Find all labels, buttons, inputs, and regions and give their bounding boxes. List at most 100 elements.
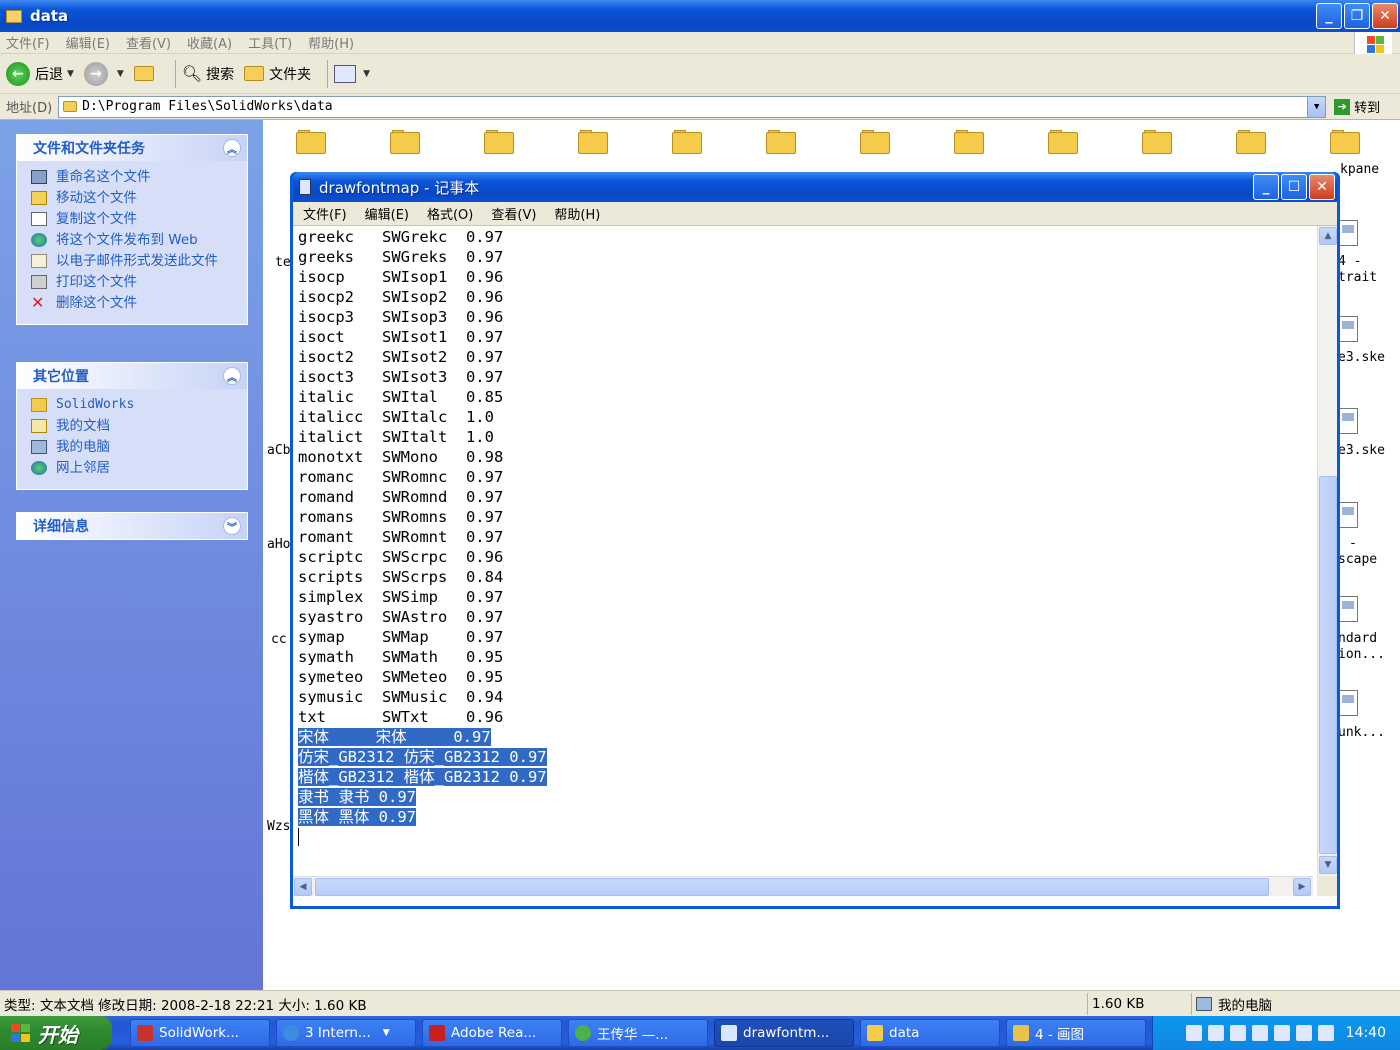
taskbar-button-chat[interactable]: 王传华 —... (568, 1019, 708, 1047)
taskbar-button-paint[interactable]: 4 - 画图 (1006, 1019, 1146, 1047)
text-line[interactable]: monotxt SWMono 0.98 (298, 447, 1313, 467)
task-move[interactable]: 移动这个文件 (31, 190, 235, 206)
text-line[interactable]: syastro SWAstro 0.97 (298, 607, 1313, 627)
notepad-titlebar[interactable]: drawfontmap - 记事本 _ ☐ ✕ (293, 172, 1337, 202)
text-line[interactable]: italict SWItalt 1.0 (298, 427, 1313, 447)
collapse-icon[interactable]: ︽ (223, 139, 241, 157)
go-button[interactable]: ➔ 转到 (1334, 97, 1380, 116)
file-label[interactable]: 4 - (1338, 254, 1361, 269)
details-header[interactable]: 详细信息 ︾ (17, 513, 247, 539)
address-input[interactable]: D:\Program Files\SolidWorks\data ▼ (58, 95, 1327, 118)
text-line[interactable]: simplex SWSimp 0.97 (298, 587, 1313, 607)
text-line[interactable]: italicc SWItalc 1.0 (298, 407, 1313, 427)
file-label[interactable]: scape (1338, 552, 1377, 567)
text-line[interactable]: symeteo SWMeteo 0.95 (298, 667, 1313, 687)
folder-icon[interactable] (390, 130, 420, 154)
expand-icon[interactable]: ︾ (223, 517, 241, 535)
folder-icon[interactable] (860, 130, 890, 154)
forward-button[interactable]: → ▼ (83, 61, 124, 86)
file-label[interactable]: aHo (267, 537, 290, 552)
folder-icon[interactable] (1048, 130, 1078, 154)
text-line[interactable]: scriptc SWScrpc 0.96 (298, 547, 1313, 567)
file-label[interactable]: trait (1338, 270, 1377, 285)
task-publish-web[interactable]: 将这个文件发布到 Web (31, 232, 235, 248)
file-label[interactable]: unk... (1338, 725, 1385, 740)
file-label[interactable]: e3.ske (1338, 350, 1385, 365)
start-button[interactable]: 开始 (0, 1016, 112, 1050)
text-line[interactable]: isocp SWIsop1 0.96 (298, 267, 1313, 287)
text-line[interactable]: isocp3 SWIsop3 0.96 (298, 307, 1313, 327)
scroll-up-button[interactable]: ▲ (1319, 227, 1337, 245)
menu-help[interactable]: 帮助(H) (554, 204, 600, 223)
task-print[interactable]: 打印这个文件 (31, 274, 235, 290)
folder-icon[interactable] (296, 130, 326, 154)
text-line-selected[interactable]: 楷体_GB2312 楷体_GB2312 0.97 (298, 767, 1313, 787)
minimize-button[interactable]: _ (1253, 174, 1279, 200)
text-line-selected[interactable]: 黑体 黑体 0.97 (298, 807, 1313, 827)
document-icon[interactable] (1338, 220, 1358, 246)
text-line[interactable]: isoct SWIsot1 0.97 (298, 327, 1313, 347)
flash-icon[interactable] (1317, 1025, 1334, 1041)
file-tasks-header[interactable]: 文件和文件夹任务 ︽ (17, 135, 247, 161)
file-label[interactable]: Wzs (267, 819, 290, 834)
folder-icon[interactable] (578, 130, 608, 154)
text-line[interactable]: greekc SWGrekc 0.97 (298, 227, 1313, 247)
menu-edit[interactable]: 编辑(E) (365, 204, 409, 223)
document-icon[interactable] (1338, 316, 1358, 342)
chevron-down-icon[interactable]: ▼ (363, 69, 370, 79)
text-line[interactable]: romans SWRomns 0.97 (298, 507, 1313, 527)
chevron-down-icon[interactable]: ▼ (67, 69, 74, 79)
folders-button[interactable]: 文件夹 (244, 64, 311, 84)
text-line[interactable]: isoct2 SWIsot2 0.97 (298, 347, 1313, 367)
scroll-down-button[interactable]: ▼ (1319, 856, 1337, 874)
taskbar-button-adobe[interactable]: Adobe Rea... (422, 1019, 562, 1047)
file-label[interactable]: - (1349, 536, 1357, 551)
menu-edit[interactable]: 编辑(E) (66, 33, 110, 52)
folder-icon[interactable] (484, 130, 514, 154)
menu-help[interactable]: 帮助(H) (308, 33, 354, 52)
menu-format[interactable]: 格式(O) (427, 204, 473, 223)
text-line[interactable]: symath SWMath 0.95 (298, 647, 1313, 667)
text-line[interactable]: isoct3 SWIsot3 0.97 (298, 367, 1313, 387)
up-button[interactable] (133, 66, 159, 81)
folder-icon[interactable] (1236, 130, 1266, 154)
menu-view[interactable]: 查看(V) (491, 204, 536, 223)
explorer-titlebar[interactable]: data _ ❐ ✕ (0, 0, 1400, 32)
text-line[interactable]: scripts SWScrps 0.84 (298, 567, 1313, 587)
other-places-header[interactable]: 其它位置 ︽ (17, 363, 247, 389)
menu-tools[interactable]: 工具(T) (248, 33, 292, 52)
text-line[interactable]: isocp2 SWIsop2 0.96 (298, 287, 1313, 307)
place-solidworks[interactable]: SolidWorks (31, 397, 235, 413)
collapse-icon[interactable]: ︽ (223, 367, 241, 385)
document-icon[interactable] (1338, 408, 1358, 434)
close-button[interactable]: ✕ (1372, 3, 1398, 29)
folder-icon[interactable] (1330, 130, 1360, 154)
file-label[interactable]: ndard (1338, 631, 1377, 646)
search-button[interactable]: 🔍︎ 搜索 (182, 64, 234, 84)
task-delete[interactable]: ✕ 删除这个文件 (31, 295, 235, 312)
scroll-left-button[interactable]: ◀ (294, 878, 312, 896)
text-editor[interactable]: greekc SWGrekc 0.97 greeks SWGreks 0.97 is… (293, 226, 1313, 876)
text-line[interactable]: symusic SWMusic 0.94 (298, 687, 1313, 707)
back-button[interactable]: ← 后退 ▼ (6, 61, 74, 86)
views-button[interactable]: ▼ (334, 64, 370, 83)
scroll-thumb[interactable] (1319, 476, 1337, 854)
document-icon[interactable] (1338, 596, 1358, 622)
text-line[interactable]: symap SWMap 0.97 (298, 627, 1313, 647)
menu-file[interactable]: 文件(F) (6, 33, 50, 52)
text-line-selected[interactable]: 仿宋_GB2312 仿宋_GB2312 0.97 (298, 747, 1313, 767)
taskbar-button-data[interactable]: data (860, 1019, 1000, 1047)
task-rename[interactable]: 重命名这个文件 (31, 169, 235, 185)
file-label[interactable]: aCb (267, 443, 290, 458)
volume-icon[interactable] (1273, 1025, 1290, 1041)
close-button[interactable]: ✕ (1309, 174, 1335, 200)
place-my-computer[interactable]: 我的电脑 (31, 439, 235, 455)
taskbar-button-internet[interactable]: 3 Intern... ▼ (276, 1019, 416, 1047)
scroll-right-button[interactable]: ▶ (1293, 878, 1311, 896)
text-line[interactable]: greeks SWGreks 0.97 (298, 247, 1313, 267)
help-icon[interactable] (1207, 1025, 1224, 1041)
menu-favorites[interactable]: 收藏(A) (187, 33, 232, 52)
document-icon[interactable] (1338, 502, 1358, 528)
keyboard-icon[interactable] (1185, 1025, 1202, 1041)
file-label[interactable]: kpane (1340, 162, 1379, 177)
